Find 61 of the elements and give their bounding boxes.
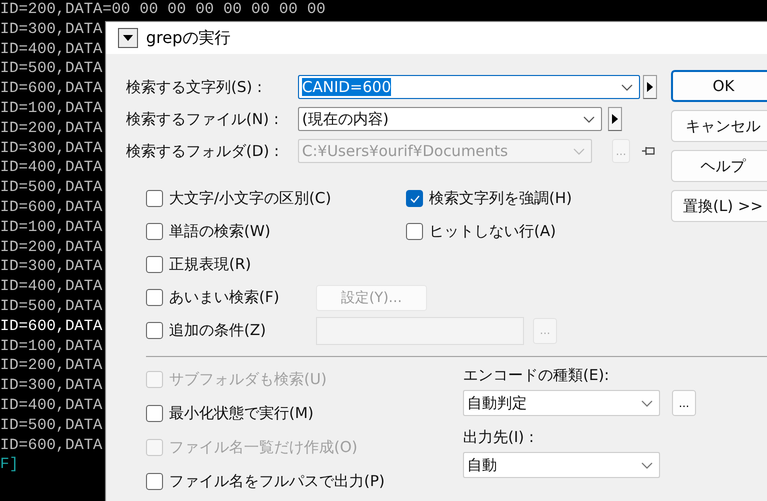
chevron-down-icon bbox=[621, 84, 633, 90]
terminal-line: ID=100,DATA bbox=[0, 218, 102, 238]
terminal-line: ID=300,DATA bbox=[0, 376, 102, 396]
checkbox[interactable]: 大文字/小文字の区別(C) bbox=[146, 189, 406, 208]
arrow-button[interactable] bbox=[608, 107, 622, 131]
field-label: 検索する文字列(S) : bbox=[126, 78, 264, 96]
combo-box[interactable]: 自動 bbox=[463, 452, 660, 478]
chevron-down-icon bbox=[573, 148, 585, 154]
terminal-line: ID=600,DATA bbox=[0, 79, 102, 99]
checkbox[interactable]: 単語の検索(W) bbox=[146, 222, 406, 241]
dialog-button[interactable]: 置換(L) >> bbox=[671, 190, 767, 222]
terminal-line: ID=200,DATA bbox=[0, 356, 102, 376]
checkbox[interactable]: 正規表現(R) bbox=[146, 255, 406, 274]
terminal-line: ID=200,DATA bbox=[0, 238, 102, 258]
terminal-line: ID=500,DATA bbox=[0, 178, 102, 198]
terminal-line: ID=300,DATA bbox=[0, 20, 102, 40]
terminal-line: ID=300,DATA bbox=[0, 257, 102, 278]
down-triangle-icon bbox=[122, 34, 134, 42]
terminal-line: ID=100,DATA bbox=[0, 336, 102, 356]
terminal-line: ID=600,DATA bbox=[0, 198, 102, 218]
terminal-line: ID=300,DATA bbox=[0, 138, 102, 158]
checkmark-icon bbox=[410, 194, 420, 202]
browse-button[interactable]: ... bbox=[672, 390, 696, 416]
field-label: エンコードの種類(E): bbox=[463, 365, 610, 386]
right-triangle-icon bbox=[612, 114, 618, 124]
terminal-line: ID=100,DATA bbox=[0, 98, 102, 119]
terminal-line: ID=600,DATA bbox=[0, 316, 102, 337]
pin-icon[interactable] bbox=[642, 146, 656, 156]
terminal-prompt: F] bbox=[0, 455, 19, 476]
terminal-line: ID=400,DATA bbox=[0, 396, 102, 416]
window-title: grepの実行 bbox=[146, 28, 230, 48]
combo-box[interactable]: (現在の内容) bbox=[298, 107, 602, 131]
checkbox[interactable]: 最小化状態で実行(M) bbox=[146, 396, 463, 430]
dialog-button[interactable]: キャンセル bbox=[671, 110, 767, 142]
combo-box[interactable]: CANID=600 bbox=[298, 75, 640, 99]
field-label: 出力先(I) : bbox=[463, 427, 535, 448]
terminal-line: ID=600,DATA bbox=[0, 436, 102, 456]
terminal-line: ID=200,DATA=00 00 00 00 00 00 00 00 bbox=[0, 0, 326, 20]
arrow-button[interactable] bbox=[643, 75, 657, 99]
field-label: 検索するフォルダ(D) : bbox=[126, 142, 280, 160]
terminal-line: ID=400,DATA bbox=[0, 277, 102, 297]
checkbox[interactable]: あいまい検索(F) bbox=[146, 288, 316, 307]
terminal-line: ID=200,DATA bbox=[0, 118, 102, 139]
system-menu-button[interactable] bbox=[118, 28, 138, 48]
right-triangle-icon bbox=[647, 82, 653, 92]
combo-box[interactable]: 自動判定 bbox=[463, 390, 660, 416]
chevron-down-icon bbox=[641, 462, 653, 468]
checkbox[interactable]: ファイル名をフルパスで出力(P) bbox=[146, 464, 463, 498]
field-label: 検索するファイル(N) : bbox=[126, 110, 280, 128]
checkbox[interactable]: 追加の条件(Z) bbox=[146, 321, 316, 340]
chevron-down-icon bbox=[641, 400, 653, 406]
chevron-down-icon bbox=[583, 116, 595, 122]
checkbox[interactable]: 検索文字列を強調(H) bbox=[406, 189, 666, 208]
terminal-line: ID=400,DATA bbox=[0, 158, 102, 178]
terminal-line: ID=500,DATA bbox=[0, 416, 102, 436]
terminal-line: ID=500,DATA bbox=[0, 296, 102, 317]
checkbox[interactable]: ヒットしない行(A) bbox=[406, 222, 666, 241]
terminal-line: ID=500,DATA bbox=[0, 59, 102, 80]
dialog-button[interactable]: OK bbox=[671, 70, 767, 102]
terminal-line: ID=400,DATA bbox=[0, 40, 102, 60]
dialog-button[interactable]: ヘルプ bbox=[671, 150, 767, 182]
